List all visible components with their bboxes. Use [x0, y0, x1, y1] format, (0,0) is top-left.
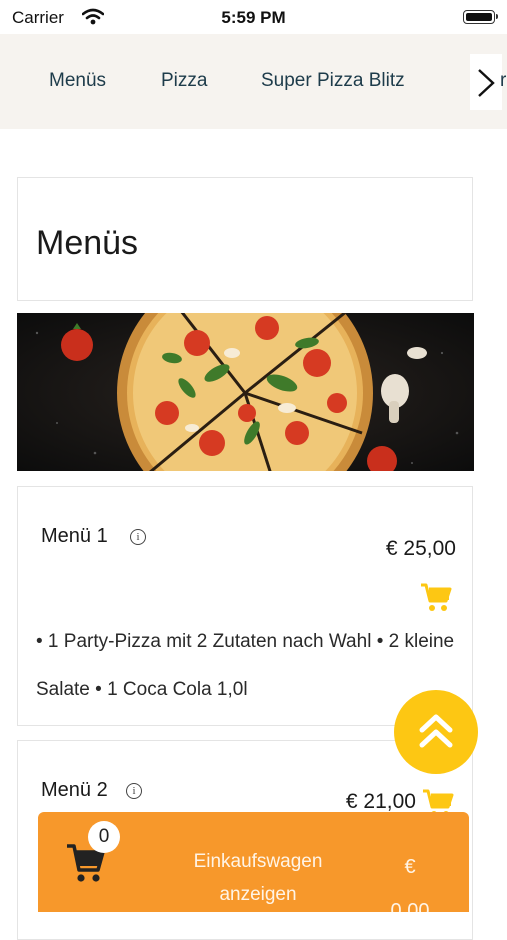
item-description: • 1 Party-Pizza mit 2 Zutaten nach Wahl … [36, 631, 455, 700]
tab-menus[interactable]: Menüs [49, 70, 106, 92]
cart-total-amount: 0,00 [390, 900, 430, 912]
category-nav: Menüs Pizza Super Pizza Blitz r [0, 34, 507, 129]
view-cart-button[interactable]: 0 Einkaufswagen anzeigen € 0,00 [38, 812, 469, 912]
item-name: Menü 1 [41, 525, 108, 547]
double-chevron-up-icon [419, 714, 453, 748]
tab-pizza[interactable]: Pizza [161, 70, 207, 92]
nav-next-button[interactable] [470, 54, 502, 110]
pizza-banner-image [17, 313, 474, 471]
chevron-right-icon [478, 69, 495, 97]
item-name: Menü 2 [41, 779, 108, 801]
cart-currency: € [404, 856, 416, 878]
cart-label: Einkaufswagen anzeigen [193, 851, 323, 905]
item-price: € 25,00 [385, 537, 456, 560]
item-price: € 21,00 [345, 790, 416, 813]
cart-add-icon[interactable] [420, 583, 452, 613]
status-bar: Carrier 5:59 PM [0, 0, 507, 34]
status-time: 5:59 PM [221, 8, 286, 27]
menu-item-card[interactable]: Menü 1 i € 25,00 • 1 Party-Pizza mit 2 Z… [17, 486, 473, 726]
cart-count-badge: 0 [88, 821, 120, 853]
info-icon[interactable]: i [130, 529, 146, 545]
info-icon[interactable]: i [126, 783, 142, 799]
section-header-card: Menüs [17, 177, 473, 301]
cart-total: € 0,00 [360, 845, 460, 912]
battery-icon [463, 10, 498, 24]
next-tab-peek[interactable]: r [500, 70, 506, 92]
scroll-top-button[interactable] [394, 690, 478, 774]
section-title: Menüs [36, 224, 139, 262]
tab-super-pizza-blitz[interactable]: Super Pizza Blitz [261, 70, 405, 92]
